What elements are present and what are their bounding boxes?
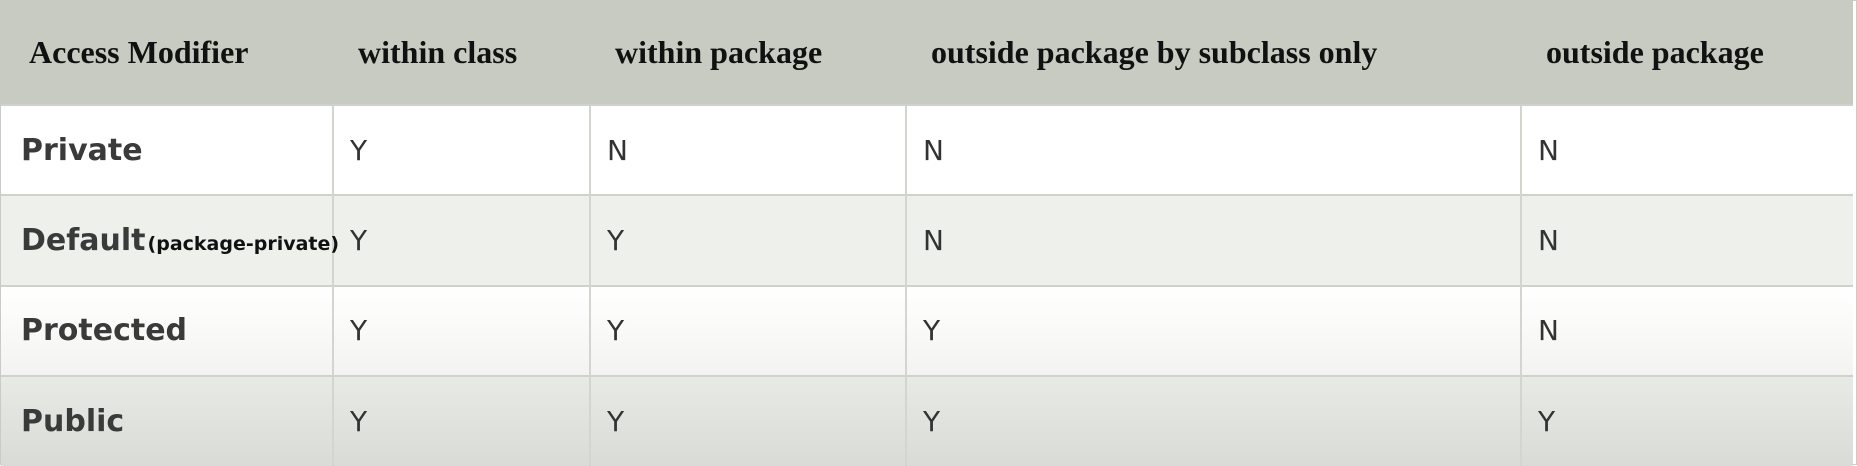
modifier-cell: Private xyxy=(1,103,333,196)
table-header: Access Modifier within class within pack… xyxy=(1,1,1853,105)
table-cell: N xyxy=(1520,103,1853,196)
modifier-cell: Protected xyxy=(1,284,333,376)
header-outside-package: outside package xyxy=(1546,34,1764,70)
modifier-note: (package-private) xyxy=(147,232,340,255)
modifier-name: Protected xyxy=(21,313,188,349)
access-modifier-table-container: Access Modifier within class within pack… xyxy=(0,0,1857,466)
table-body: Private Y N N N Default (package-private)… xyxy=(1,103,1853,466)
modifier-name: Private xyxy=(21,132,143,168)
header-outside-package-subclass: outside package by subclass only xyxy=(931,34,1378,70)
table-cell: Y xyxy=(332,103,590,196)
header-within-class: within class xyxy=(358,34,518,70)
table-cell: Y xyxy=(332,374,590,466)
header-within-package: within package xyxy=(615,34,823,70)
table-cell: N xyxy=(1520,284,1853,376)
table-cell: Y xyxy=(332,284,590,376)
table-cell: Y xyxy=(905,284,1521,376)
table-row: Default (package-private) Y Y N N xyxy=(1,194,1853,286)
table-cell: Y xyxy=(905,374,1521,466)
table-cell: Y xyxy=(589,194,906,286)
table-cell: Y xyxy=(332,194,590,286)
table-cell: Y xyxy=(1520,374,1853,466)
modifier-name: Public xyxy=(21,403,125,439)
table-cell: N xyxy=(1520,194,1853,286)
modifier-cell: Public xyxy=(1,374,333,466)
table-cell: N xyxy=(589,103,906,196)
table-row: Protected Y Y Y N xyxy=(1,284,1853,376)
table-row: Private Y N N N xyxy=(1,103,1853,196)
modifier-cell: Default (package-private) xyxy=(1,194,339,286)
table-cell: Y xyxy=(589,284,906,376)
header-row: Access Modifier within class within pack… xyxy=(1,1,1853,105)
header-access-modifier: Access Modifier xyxy=(29,34,249,70)
table-cell: N xyxy=(905,194,1521,286)
table-cell: Y xyxy=(589,374,906,466)
table-cell: N xyxy=(905,103,1521,196)
modifier-name: Default xyxy=(21,222,146,258)
access-modifier-table: Access Modifier within class within pack… xyxy=(1,1,1853,466)
table-row: Public Y Y Y Y xyxy=(1,374,1853,466)
